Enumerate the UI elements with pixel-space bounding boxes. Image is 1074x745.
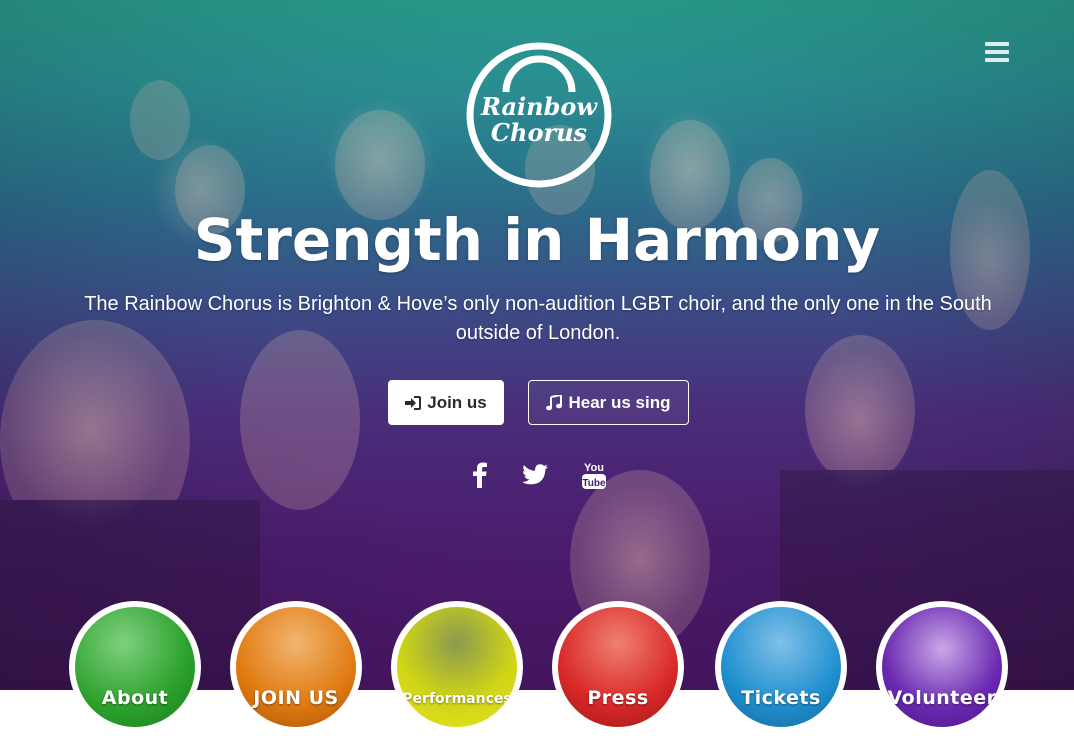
hero-tagline: The Rainbow Chorus is Brighton & Hove’s … [84,293,992,344]
page-title: Strength in Harmony [193,206,881,274]
section-join-us-label: JOIN US [253,687,339,709]
hamburger-menu-icon[interactable] [985,42,1009,62]
section-about-label: About [101,687,169,709]
performances-thumbnail: Performances [397,607,517,727]
join-us-button[interactable]: Join us [388,380,504,425]
svg-text:Tube: Tube [582,478,606,489]
music-note-icon [546,394,563,410]
section-volunteer-label: Volunteer [887,687,997,709]
twitter-link[interactable] [520,458,550,492]
hear-us-sing-label: Hear us sing [568,392,671,412]
section-join-us[interactable]: JOIN US [230,601,362,733]
rainbow-chorus-logo[interactable]: Rainbow Chorus [464,40,614,190]
join-us-label: Join us [427,392,487,412]
press-thumbnail: Press [558,607,678,727]
twitter-icon [522,464,548,485]
join-us-thumbnail: JOIN US [236,607,356,727]
section-performances[interactable]: Performances [391,601,523,733]
about-thumbnail: About [75,607,195,727]
youtube-link[interactable]: You Tube [578,458,610,492]
section-performances-label: Performances [402,691,512,707]
logo-line-1: Rainbow [480,92,598,121]
hear-us-sing-button[interactable]: Hear us sing [528,380,689,425]
section-volunteer[interactable]: Volunteer [876,601,1008,733]
facebook-icon [473,462,487,488]
section-press-label: Press [587,687,649,709]
tickets-thumbnail: Tickets [721,607,841,727]
logo-line-2: Chorus [491,118,588,147]
section-about[interactable]: About [69,601,201,733]
sign-in-icon [405,395,422,410]
section-tickets-label: Tickets [741,687,821,709]
volunteer-thumbnail: Volunteer [882,607,1002,727]
section-tickets[interactable]: Tickets [715,601,847,733]
svg-text:You: You [584,462,604,474]
youtube-icon: You Tube [582,462,606,489]
hero-section: Rainbow Chorus Strength in Harmony The R… [0,0,1074,690]
facebook-link[interactable] [466,458,494,492]
section-press[interactable]: Press [552,601,684,733]
